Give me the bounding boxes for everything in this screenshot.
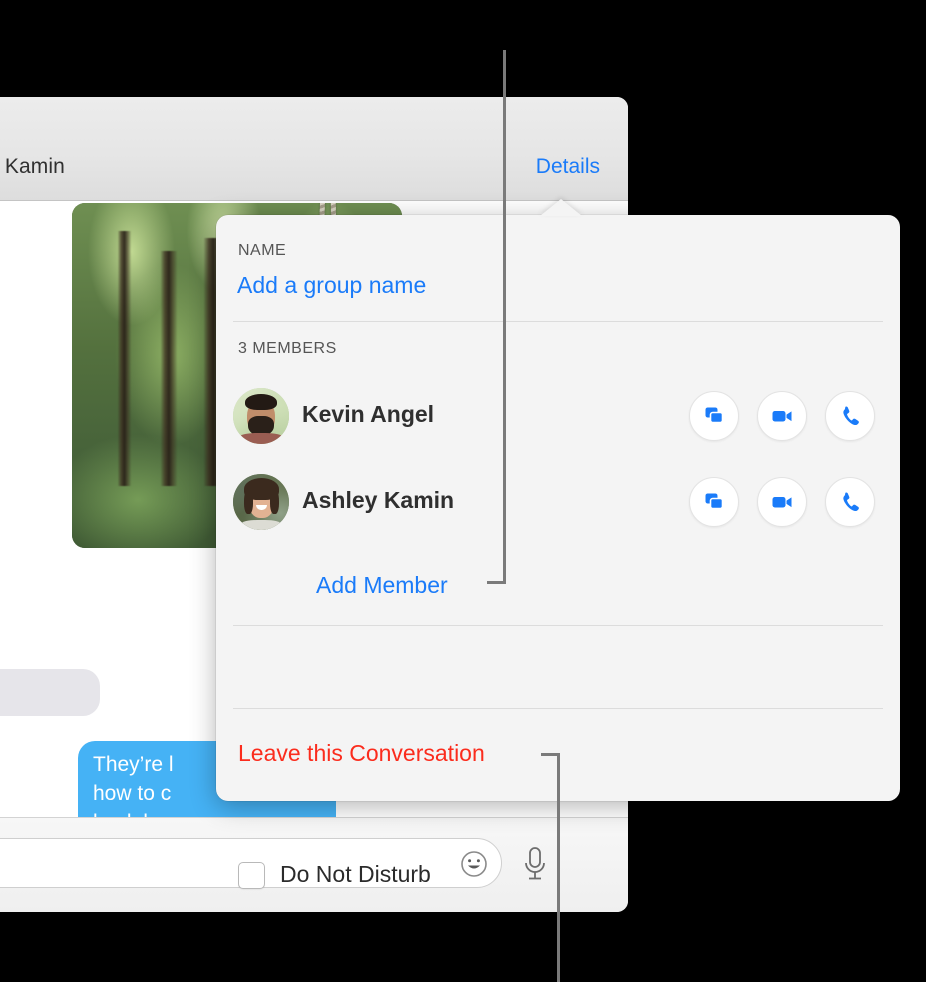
divider <box>233 625 883 626</box>
video-camera-icon <box>772 497 792 508</box>
photo-tree-trunk <box>118 230 132 486</box>
add-member-link[interactable]: Add Member <box>316 572 448 599</box>
phone-icon <box>843 492 859 512</box>
message-button[interactable] <box>689 477 739 527</box>
phone-icon <box>843 406 859 426</box>
avatar <box>233 474 289 530</box>
audio-call-button[interactable] <box>825 477 875 527</box>
video-call-button[interactable] <box>757 391 807 441</box>
details-popover: NAME Add a group name 3 MEMBERS Kevin An… <box>216 199 900 889</box>
avatar-shirt <box>241 520 281 530</box>
member-name: Kevin Angel <box>302 401 435 427</box>
member-row[interactable]: Kevin Angel <box>216 388 900 450</box>
member-name: Ashley Kamin <box>302 487 455 513</box>
member-actions <box>689 391 875 441</box>
window-titlebar: hley Kamin Details <box>0 97 628 201</box>
callout-line-add-member-horizontal <box>487 581 506 584</box>
members-section-label: 3 MEMBERS <box>238 340 337 357</box>
message-icon <box>705 407 724 424</box>
message-bubble-incoming[interactable]: a ton of fun! <box>0 669 100 716</box>
avatar-hair-side <box>270 488 279 514</box>
video-call-button[interactable] <box>757 477 807 527</box>
callout-line-add-member-vertical <box>503 50 506 583</box>
member-actions <box>689 477 875 527</box>
do-not-disturb-checkbox[interactable] <box>238 862 265 889</box>
avatar <box>233 388 289 444</box>
leave-this-conversation-link[interactable]: Leave this Conversation <box>238 740 485 767</box>
avatar-hair <box>245 394 277 410</box>
message-button[interactable] <box>689 391 739 441</box>
message-icon <box>705 493 724 510</box>
video-camera-icon <box>772 411 792 422</box>
avatar-hair-side <box>244 488 253 514</box>
member-row[interactable]: Ashley Kamin <box>216 474 900 536</box>
divider <box>233 708 883 709</box>
audio-call-button[interactable] <box>825 391 875 441</box>
add-group-name-link[interactable]: Add a group name <box>237 272 426 299</box>
popover-arrow <box>540 199 582 216</box>
details-button[interactable]: Details <box>536 155 600 179</box>
divider <box>233 321 883 322</box>
do-not-disturb-label: Do Not Disturb <box>280 861 431 887</box>
conversation-title: hley Kamin <box>0 155 65 178</box>
callout-line-leave-vertical <box>557 753 560 982</box>
avatar-shirt <box>239 433 283 444</box>
name-section-label: NAME <box>238 242 287 259</box>
photo-tree-trunk <box>161 251 178 486</box>
